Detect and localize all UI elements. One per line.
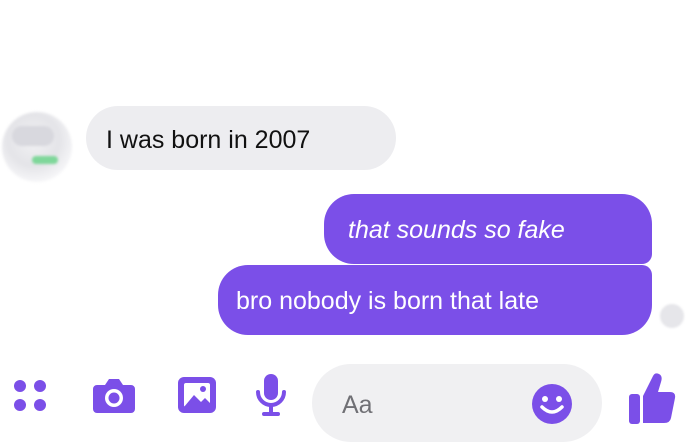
read-receipt-avatar: [660, 304, 684, 328]
emoji-icon[interactable]: [530, 382, 574, 426]
message-input[interactable]: Aa: [312, 364, 602, 442]
sent-message[interactable]: bro nobody is born that late: [218, 265, 652, 335]
thumbs-up-icon[interactable]: [624, 368, 680, 428]
camera-icon[interactable]: [88, 372, 140, 418]
received-message[interactable]: I was born in 2007: [86, 106, 396, 170]
message-composer: Aa: [0, 342, 688, 445]
message-input-placeholder: Aa: [342, 391, 373, 419]
conversation-area: I was born in 2007 that sounds so fake b…: [0, 0, 688, 342]
sent-message[interactable]: that sounds so fake: [324, 194, 652, 264]
microphone-icon[interactable]: [248, 372, 294, 418]
image-icon[interactable]: [172, 372, 222, 418]
contact-avatar[interactable]: [2, 112, 72, 182]
menu-dots-icon[interactable]: [6, 372, 54, 418]
